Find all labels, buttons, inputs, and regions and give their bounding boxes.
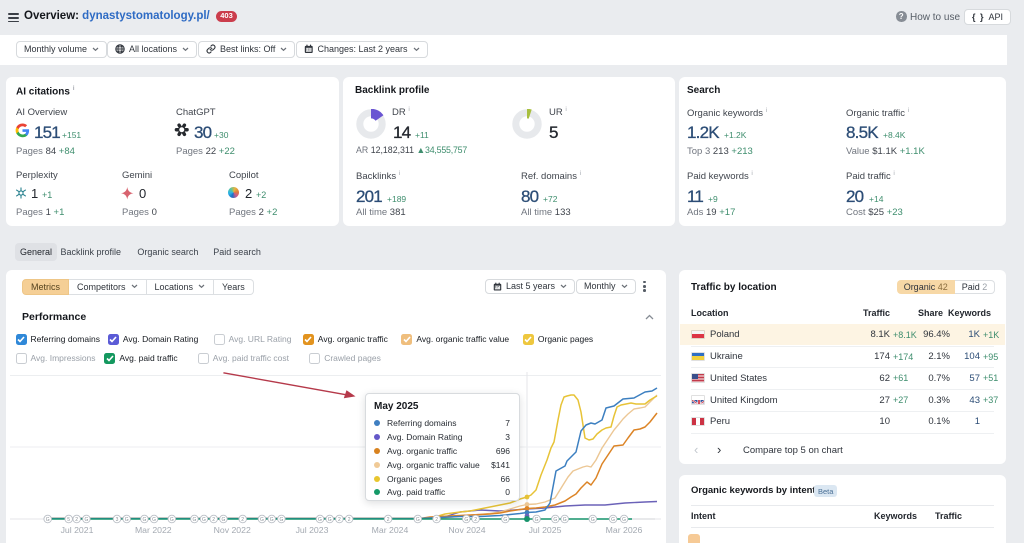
svg-text:G: G <box>318 517 322 523</box>
svg-text:2: 2 <box>212 517 215 523</box>
svg-text:G: G <box>591 517 595 523</box>
svg-text:G: G <box>611 517 615 523</box>
svg-text:G: G <box>464 517 468 523</box>
svg-text:G: G <box>84 517 88 523</box>
svg-text:2: 2 <box>348 517 351 523</box>
svg-text:Jul 2025: Jul 2025 <box>529 525 562 535</box>
svg-text:G: G <box>328 517 332 523</box>
svg-text:G: G <box>192 517 196 523</box>
svg-text:G: G <box>202 517 206 523</box>
svg-text:G: G <box>270 517 274 523</box>
svg-text:3: 3 <box>116 517 119 523</box>
svg-text:Mar 2026: Mar 2026 <box>606 525 643 535</box>
svg-text:2: 2 <box>241 517 244 523</box>
svg-text:2: 2 <box>435 517 438 523</box>
svg-text:2: 2 <box>474 517 477 523</box>
svg-text:G: G <box>503 517 507 523</box>
svg-text:5: 5 <box>67 517 70 523</box>
svg-text:G: G <box>553 517 557 523</box>
svg-text:Jul 2023: Jul 2023 <box>296 525 329 535</box>
svg-text:Mar 2022: Mar 2022 <box>135 525 172 535</box>
svg-text:2: 2 <box>75 517 78 523</box>
svg-text:Nov 2022: Nov 2022 <box>214 525 251 535</box>
svg-text:G: G <box>125 517 129 523</box>
svg-text:G: G <box>170 517 174 523</box>
svg-text:G: G <box>260 517 264 523</box>
svg-text:Mar 2024: Mar 2024 <box>372 525 409 535</box>
svg-text:G: G <box>535 517 539 523</box>
svg-text:G: G <box>416 517 420 523</box>
svg-text:G: G <box>46 517 50 523</box>
svg-text:2: 2 <box>387 517 390 523</box>
svg-text:G: G <box>563 517 567 523</box>
svg-text:G: G <box>152 517 156 523</box>
svg-text:G: G <box>142 517 146 523</box>
svg-text:G: G <box>622 517 626 523</box>
svg-text:Nov 2024: Nov 2024 <box>448 525 485 535</box>
svg-text:G: G <box>279 517 283 523</box>
svg-text:2: 2 <box>338 517 341 523</box>
svg-text:Jul 2021: Jul 2021 <box>61 525 94 535</box>
svg-text:G: G <box>221 517 225 523</box>
